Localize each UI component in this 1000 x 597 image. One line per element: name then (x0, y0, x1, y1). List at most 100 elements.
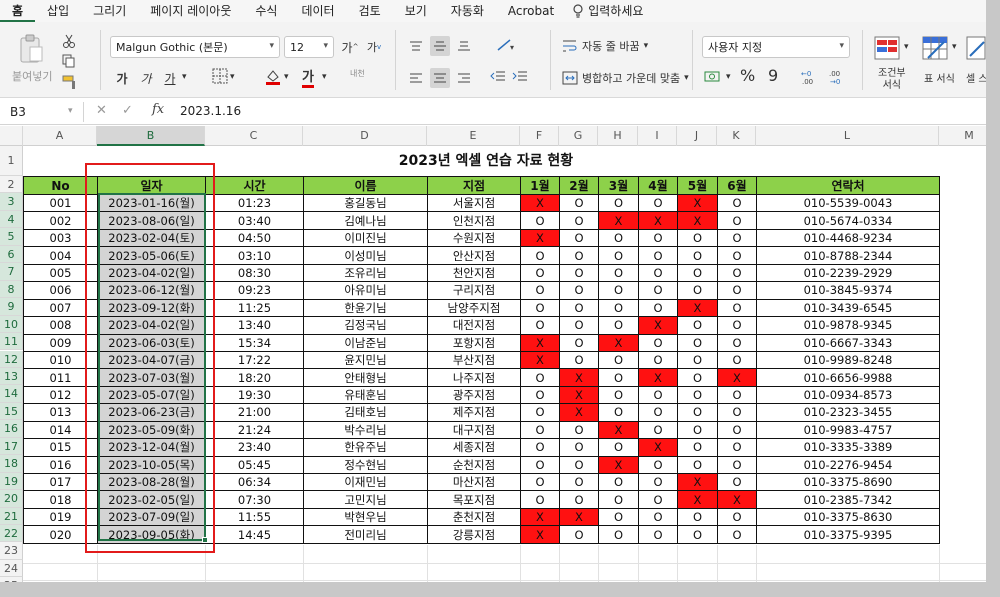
cell-branch[interactable]: 천안지점 (427, 263, 521, 283)
copy-icon[interactable] (62, 54, 76, 71)
row-header-4[interactable]: 4 (0, 210, 23, 229)
cell-month-1[interactable]: O (520, 246, 560, 265)
font-color-button[interactable]: 가 (302, 66, 314, 88)
cell-month-4[interactable]: O (638, 228, 678, 248)
cell-month-5[interactable]: O (677, 246, 718, 265)
cell-month-5[interactable]: O (677, 403, 718, 422)
tab-page-layout[interactable]: 페이지 레이아웃 (138, 0, 243, 22)
cell-date[interactable]: 2023-09-05(화) (97, 525, 206, 544)
cell-month-2[interactable]: O (559, 350, 599, 370)
cell-month-2[interactable]: X (559, 507, 599, 527)
cell-name[interactable]: 김예나님 (303, 211, 428, 230)
cell-month-4[interactable]: O (638, 385, 678, 405)
cell-branch[interactable]: 나주지점 (427, 368, 521, 387)
cell-contact[interactable]: 010-6656-9988 (756, 368, 940, 387)
phonetic-button[interactable]: 내천 (350, 68, 365, 79)
header-time[interactable]: 시간 (205, 176, 304, 195)
header-no[interactable]: No (23, 176, 98, 195)
wrap-text-button[interactable]: 자동 줄 바꿈 ▾ (562, 38, 648, 54)
cell-time[interactable]: 13:40 (205, 316, 304, 335)
table-format-label[interactable]: 표 서식 (924, 70, 955, 85)
cell-name[interactable]: 아유미님 (303, 281, 428, 300)
chevron-down-icon[interactable]: ▾ (726, 72, 731, 82)
row-header-16[interactable]: 16 (0, 420, 23, 438)
fill-color-icon[interactable] (264, 68, 282, 89)
cell-no[interactable]: 009 (23, 333, 98, 352)
cell-month-2[interactable]: O (559, 246, 599, 265)
cell-time[interactable]: 11:55 (205, 507, 304, 527)
cell-no[interactable]: 017 (23, 472, 98, 492)
shrink-font-button[interactable]: 가v (364, 37, 384, 57)
row-header-8[interactable]: 8 (0, 280, 23, 299)
percent-style-button[interactable]: % (740, 66, 755, 85)
cell-branch[interactable]: 인천지점 (427, 211, 521, 230)
cell-branch[interactable]: 순천지점 (427, 455, 521, 475)
cell-month-1[interactable]: O (520, 281, 560, 300)
cell-month-6[interactable]: O (717, 403, 757, 422)
cell-no[interactable]: 019 (23, 507, 98, 527)
align-top-icon[interactable] (406, 36, 426, 56)
cell-no[interactable]: 015 (23, 438, 98, 457)
cell-name[interactable]: 고민지님 (303, 490, 428, 509)
header-month-3[interactable]: 3월 (598, 176, 639, 195)
row-header-7[interactable]: 7 (0, 263, 23, 281)
cell-month-6[interactable]: O (717, 385, 757, 405)
cell-month-5[interactable]: O (677, 455, 718, 475)
cut-icon[interactable] (62, 34, 76, 51)
chevron-down-icon[interactable]: ▾ (952, 42, 957, 52)
cell-name[interactable]: 김정국님 (303, 316, 428, 335)
row-header-5[interactable]: 5 (0, 228, 23, 246)
tab-acrobat[interactable]: Acrobat (496, 0, 566, 22)
cell-month-5[interactable]: X (677, 298, 718, 318)
cell-date[interactable]: 2023-04-07(금) (97, 350, 206, 370)
cell-month-1[interactable]: O (520, 298, 560, 318)
cell-month-1[interactable]: X (520, 228, 560, 248)
cell-month-6[interactable]: O (717, 298, 757, 318)
cell-month-1[interactable]: O (520, 490, 560, 509)
cell-date[interactable]: 2023-01-16(월) (97, 193, 206, 213)
cell-contact[interactable]: 010-5539-0043 (756, 193, 940, 213)
cell-month-2[interactable]: O (559, 490, 599, 509)
borders-icon[interactable] (212, 68, 228, 87)
cell-month-2[interactable]: O (559, 438, 599, 457)
cell-name[interactable]: 윤지민님 (303, 350, 428, 370)
cell-month-1[interactable]: O (520, 385, 560, 405)
cell-date[interactable]: 2023-08-06(일) (97, 211, 206, 230)
column-header-a[interactable]: A (23, 126, 97, 146)
cell-name[interactable]: 이재민님 (303, 472, 428, 492)
cell-contact[interactable]: 010-2323-3455 (756, 403, 940, 422)
header-month-5[interactable]: 5월 (677, 176, 718, 195)
comma-style-button[interactable]: 9 (768, 66, 778, 85)
accounting-format-icon[interactable] (704, 68, 724, 89)
cell-month-2[interactable]: O (559, 333, 599, 352)
column-header-g[interactable]: G (559, 126, 598, 146)
cell-contact[interactable]: 010-3375-8630 (756, 507, 940, 527)
cell-date[interactable]: 2023-05-07(일) (97, 385, 206, 405)
cell-month-5[interactable]: O (677, 350, 718, 370)
cell-month-6[interactable]: X (717, 368, 757, 387)
cell-month-5[interactable]: O (677, 385, 718, 405)
bold-button[interactable]: 가 (112, 68, 132, 88)
cell-month-4[interactable]: O (638, 263, 678, 283)
cell-time[interactable]: 18:20 (205, 368, 304, 387)
cell-month-1[interactable]: O (520, 472, 560, 492)
cell-month-5[interactable]: X (677, 490, 718, 509)
tab-formulas[interactable]: 수식 (243, 0, 289, 22)
increase-decimal-icon[interactable]: ←0.00 (800, 68, 822, 89)
cell-date[interactable]: 2023-02-04(토) (97, 228, 206, 248)
cell-time[interactable]: 14:45 (205, 525, 304, 544)
cell-month-6[interactable]: O (717, 281, 757, 300)
cell-month-2[interactable]: O (559, 298, 599, 318)
cell-no[interactable]: 010 (23, 350, 98, 370)
cell-contact[interactable]: 010-9983-4757 (756, 420, 940, 440)
row-header-1[interactable]: 1 (0, 146, 23, 176)
row-header-23[interactable]: 23 (0, 542, 23, 560)
column-header-f[interactable]: F (520, 126, 559, 146)
cell-no[interactable]: 013 (23, 403, 98, 422)
cell-month-3[interactable]: O (598, 193, 639, 213)
conditional-format-button[interactable]: 조건부 서식 (878, 68, 906, 92)
cell-contact[interactable]: 010-2276-9454 (756, 455, 940, 475)
cell-contact[interactable]: 010-0934-8573 (756, 385, 940, 405)
cell-no[interactable]: 001 (23, 193, 98, 213)
cell-month-1[interactable]: O (520, 316, 560, 335)
